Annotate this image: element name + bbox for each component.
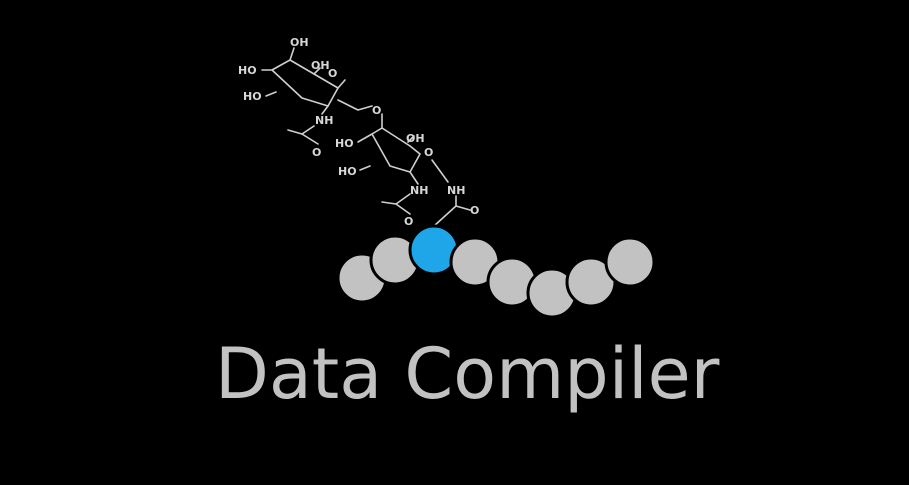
atom-label-ho-lower-2: HO bbox=[338, 165, 357, 178]
atom-label-nh-lower-1: NH bbox=[410, 184, 428, 197]
bead-8 bbox=[604, 236, 656, 288]
atom-label-o-upper-carbonyl: O bbox=[312, 146, 321, 159]
glycan-molecule: OH HO OH O HO O NH O OH HO O HO NH NH O … bbox=[238, 36, 479, 228]
app-title: Data Compiler bbox=[215, 333, 720, 415]
atom-label-nh-lower-2: NH bbox=[447, 184, 465, 197]
atom-label-oh-upper-2: OH bbox=[311, 59, 330, 72]
atom-label-o-lower-carbonyl-2: O bbox=[470, 204, 479, 217]
atom-label-oh-lower-1: OH bbox=[406, 132, 425, 145]
atom-label-nh-upper: NH bbox=[315, 114, 333, 127]
lower-ring-bonds bbox=[357, 113, 471, 227]
bead-chain bbox=[336, 224, 656, 319]
atom-label-o-lower-ring: O bbox=[424, 146, 433, 159]
atom-label-ho-lower-1: HO bbox=[335, 137, 354, 150]
atom-label-o-lower-carbonyl-1: O bbox=[404, 215, 413, 228]
atom-label-o-upper-ring: O bbox=[328, 67, 337, 80]
atom-label-oh-top: OH bbox=[290, 36, 309, 49]
atom-labels: OH HO OH O HO O NH O OH HO O HO NH NH O … bbox=[238, 36, 479, 228]
atom-label-ho-upper-3: HO bbox=[243, 90, 262, 103]
atom-label-o-linkage: O bbox=[372, 104, 381, 117]
atom-label-ho-upper-1: HO bbox=[238, 64, 257, 77]
